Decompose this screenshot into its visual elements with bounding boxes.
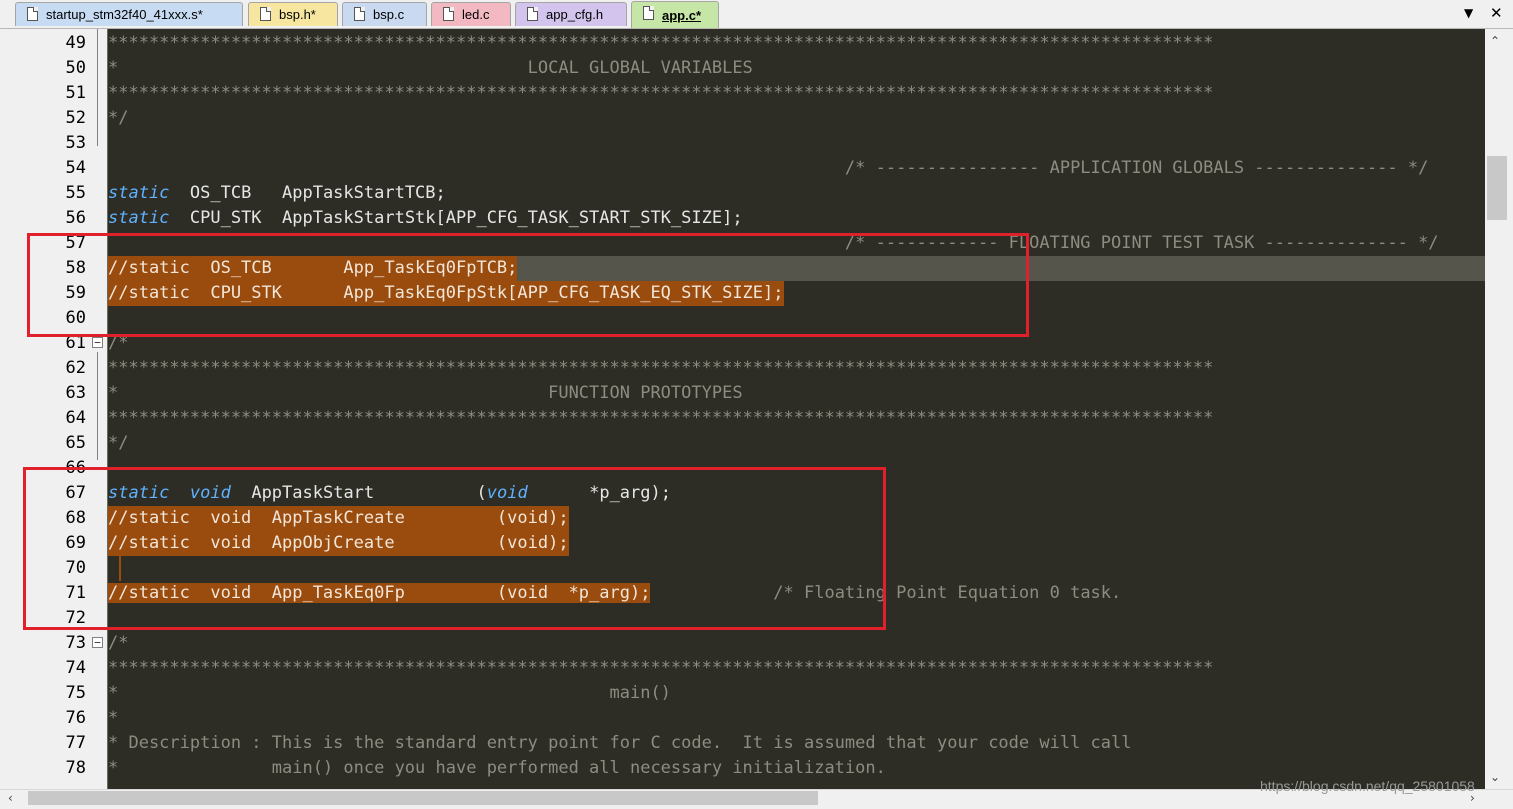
code-line: 53 [0, 131, 1513, 156]
code-line: 75 * main() [0, 681, 1513, 706]
line-number: 63 [65, 383, 86, 403]
line-number: 64 [65, 408, 86, 428]
document-icon [27, 7, 38, 21]
code-line: 52 */ [0, 106, 1513, 131]
line-text: * main() once you have performed all nec… [108, 758, 886, 778]
vertical-scrollbar[interactable] [1485, 29, 1513, 789]
line-text: static OS_TCB AppTaskStartTCB; [108, 183, 446, 203]
code-line: 73 − /* [0, 631, 1513, 656]
line-number: 52 [65, 108, 86, 128]
tab-startup-file[interactable]: startup_stm32f40_41xxx.s* [15, 2, 243, 26]
fold-collapse-icon[interactable]: − [92, 337, 103, 348]
line-number: 50 [65, 58, 86, 78]
tab-label: app.c* [662, 7, 702, 23]
code-line: 76 * [0, 706, 1513, 731]
tab-label: startup_stm32f40_41xxx.s* [46, 7, 203, 22]
line-number: 77 [65, 733, 86, 753]
document-icon [527, 7, 538, 21]
line-number: 55 [65, 183, 86, 203]
horizontal-scroll-thumb[interactable] [28, 791, 818, 805]
code-line: 55 static OS_TCB AppTaskStartTCB; [0, 181, 1513, 206]
tab-label: bsp.c [373, 7, 405, 22]
line-number: 78 [65, 758, 86, 778]
scroll-down-arrow-icon[interactable]: ⌄ [1490, 770, 1500, 784]
code-line: 49 *************************************… [0, 31, 1513, 56]
tab-label: led.c [462, 7, 490, 22]
code-line: 65 */ [0, 431, 1513, 456]
tab-label: bsp.h* [279, 7, 316, 22]
scroll-up-arrow-icon[interactable]: ⌃ [1490, 34, 1500, 48]
line-text: * main() [108, 683, 671, 703]
code-line: 56 static CPU_STK AppTaskStartStk[APP_CF… [0, 206, 1513, 231]
line-number: 75 [65, 683, 86, 703]
line-text: /* [108, 633, 129, 653]
line-text: * LOCAL GLOBAL VARIABLES [108, 58, 753, 78]
code-line: 74 *************************************… [0, 656, 1513, 681]
document-icon [643, 6, 654, 20]
line-number: 53 [65, 133, 86, 153]
code-line: 54 /* ---------------- APPLICATION GLOBA… [0, 156, 1513, 181]
annotation-box-prototypes [23, 467, 886, 630]
tab-bar: startup_stm32f40_41xxx.s* bsp.h* bsp.c l… [0, 0, 1513, 29]
tab-bsp-c[interactable]: bsp.c [342, 2, 427, 26]
line-number: 73 [65, 633, 86, 653]
line-number: 76 [65, 708, 86, 728]
line-number: 54 [65, 158, 86, 178]
code-line: 63 * FUNCTION PROTOTYPES [0, 381, 1513, 406]
line-text: * [108, 708, 119, 728]
code-line: 64 *************************************… [0, 406, 1513, 431]
close-icon[interactable]: ✕ [1490, 4, 1503, 22]
line-text: ****************************************… [108, 408, 1214, 428]
annotation-box-globals [27, 233, 1029, 337]
line-number: 56 [65, 208, 86, 228]
line-text: ****************************************… [108, 83, 1214, 103]
line-text: ****************************************… [108, 33, 1214, 53]
line-text: * Description : This is the standard ent… [108, 733, 1132, 753]
code-line: 50 * LOCAL GLOBAL VARIABLES [0, 56, 1513, 81]
line-number: 51 [65, 83, 86, 103]
line-text: * FUNCTION PROTOTYPES [108, 383, 743, 403]
code-line: 77 * Description : This is the standard … [0, 731, 1513, 756]
line-text: */ [108, 108, 129, 128]
document-icon [354, 7, 365, 21]
document-icon [443, 7, 454, 21]
tab-bsp-h[interactable]: bsp.h* [248, 2, 338, 26]
vertical-scroll-thumb[interactable] [1487, 156, 1507, 220]
tab-list-dropdown-icon[interactable]: ▼ [1464, 6, 1473, 20]
line-text: static CPU_STK AppTaskStartStk[APP_CFG_T… [108, 208, 743, 228]
code-line: 51 *************************************… [0, 81, 1513, 106]
line-number: 62 [65, 358, 86, 378]
code-line: 62 *************************************… [0, 356, 1513, 381]
line-number: 65 [65, 433, 86, 453]
watermark: https://blog.csdn.net/qq_25801058 [1260, 778, 1475, 794]
line-text: ****************************************… [108, 658, 1214, 678]
line-text: */ [108, 433, 129, 453]
line-text: /* ---------------- APPLICATION GLOBALS … [108, 158, 1429, 178]
tab-app-c[interactable]: app.c* [631, 1, 719, 28]
line-text: ****************************************… [108, 358, 1214, 378]
scroll-left-arrow-icon[interactable]: ‹ [8, 791, 13, 805]
tab-app-cfg-h[interactable]: app_cfg.h [515, 2, 627, 26]
tab-label: app_cfg.h [546, 7, 604, 22]
document-icon [260, 7, 271, 21]
tab-led-c[interactable]: led.c [431, 2, 511, 26]
line-number: 49 [65, 33, 86, 53]
fold-collapse-icon[interactable]: − [92, 637, 103, 648]
line-number: 74 [65, 658, 86, 678]
